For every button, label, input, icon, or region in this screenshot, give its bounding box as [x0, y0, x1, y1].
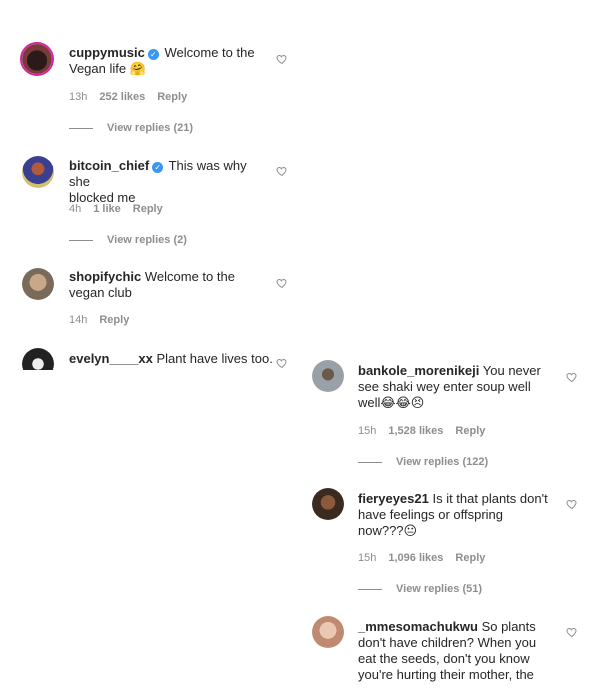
left-comment-column: cuppymusic ✓ Welcome to the Vegan life 🤗 …: [0, 0, 300, 700]
heart-outline-icon[interactable]: [276, 165, 288, 177]
comment-body: Welcome to the: [164, 45, 255, 60]
reply-button[interactable]: Reply: [455, 425, 485, 437]
timestamp: 13h: [69, 91, 88, 103]
heart-outline-icon[interactable]: [566, 626, 578, 638]
comment-text: bankole_morenikeji You never see shaki w…: [358, 363, 570, 411]
comment-text: fieryeyes21 Is it that plants don't have…: [358, 491, 568, 539]
view-replies-button[interactable]: View replies (51): [358, 583, 482, 595]
divider-line: [69, 239, 93, 241]
heart-outline-icon[interactable]: [276, 277, 288, 289]
comment-body: have feelings or offspring: [358, 507, 504, 522]
divider-line: [358, 461, 382, 463]
username[interactable]: fieryeyes21: [358, 491, 429, 506]
comment-body: Welcome to the: [144, 269, 235, 284]
heart-outline-icon[interactable]: [276, 357, 288, 369]
avatar[interactable]: [22, 156, 54, 188]
comment-body: well: [358, 395, 381, 410]
comment-meta: 13h 252 likes Reply: [69, 91, 199, 103]
heart-outline-icon[interactable]: [276, 53, 288, 65]
comment-meta: 15h 1,528 likes Reply: [358, 425, 497, 437]
view-replies-label: View replies (21): [107, 122, 194, 134]
comment-body: don't have children? When you: [358, 635, 537, 650]
divider-line: [358, 588, 382, 590]
likes-count[interactable]: 1,528 likes: [388, 425, 443, 437]
reply-button[interactable]: Reply: [99, 314, 129, 326]
avatar[interactable]: [22, 268, 54, 300]
comment-body: So plants: [481, 619, 536, 634]
laughing-emoji-icon: 😂😂😣: [380, 395, 425, 410]
comment-body: Is it that plants don't: [432, 491, 548, 506]
comment-body: vegan club: [69, 285, 132, 300]
timestamp: 4h: [69, 203, 82, 215]
timestamp: 14h: [69, 314, 88, 326]
comment-meta: 14h Reply: [69, 314, 141, 326]
hugging-emoji-icon: 🤗: [129, 61, 146, 76]
likes-count[interactable]: 1,096 likes: [388, 552, 443, 564]
reply-button[interactable]: Reply: [455, 552, 485, 564]
username[interactable]: bitcoin_chief: [69, 158, 149, 173]
comment-body: Plant have lives too.: [156, 351, 273, 366]
username[interactable]: shopifychic: [69, 269, 141, 284]
neutral-face-emoji-icon: 😐: [403, 523, 418, 538]
comment-body: Vegan life: [69, 61, 127, 76]
avatar[interactable]: [312, 616, 344, 648]
comment-body: you're hurting their mother, the: [358, 667, 534, 682]
right-comment-column: bankole_morenikeji You never see shaki w…: [290, 0, 600, 700]
verified-badge-icon: ✓: [147, 49, 159, 60]
avatar[interactable]: [312, 488, 344, 520]
comment-body: eat the seeds, don't you know: [358, 651, 530, 666]
username[interactable]: bankole_morenikeji: [358, 363, 479, 378]
heart-outline-icon[interactable]: [566, 371, 578, 383]
comment-body: see shaki wey enter soup well: [358, 379, 531, 394]
heart-outline-icon[interactable]: [566, 498, 578, 510]
divider-line: [69, 127, 93, 129]
view-replies-label: View replies (51): [396, 583, 483, 595]
comment-body: now???: [358, 523, 404, 538]
reply-button[interactable]: Reply: [133, 203, 163, 215]
comment-text: bitcoin_chief ✓ This was why she blocked …: [69, 158, 269, 206]
comment-text: _mmesomachukwu So plants don't have chil…: [358, 619, 568, 683]
avatar[interactable]: [312, 360, 344, 392]
avatar[interactable]: [20, 42, 54, 76]
likes-count[interactable]: 1 like: [93, 203, 121, 215]
username[interactable]: cuppymusic: [69, 45, 145, 60]
verified-badge-icon: ✓: [152, 162, 164, 173]
username[interactable]: _mmesomachukwu: [358, 619, 478, 634]
username[interactable]: evelyn____xx: [69, 351, 153, 366]
view-replies-button[interactable]: View replies (122): [358, 456, 488, 468]
view-replies-label: View replies (2): [107, 234, 187, 246]
timestamp: 15h: [358, 552, 377, 564]
comment-text: shopifychic Welcome to the vegan club: [69, 269, 269, 301]
avatar[interactable]: [22, 348, 54, 370]
reply-button[interactable]: Reply: [157, 91, 187, 103]
view-replies-label: View replies (122): [396, 456, 489, 468]
comment-item: evelyn____xx Plant have lives too.: [0, 348, 300, 370]
comment-text: cuppymusic ✓ Welcome to the Vegan life 🤗: [69, 45, 264, 77]
view-replies-button[interactable]: View replies (2): [69, 234, 187, 246]
comment-meta: 4h 1 like Reply: [69, 203, 175, 215]
comment-text: evelyn____xx Plant have lives too.: [69, 351, 279, 367]
comment-meta: 15h 1,096 likes Reply: [358, 552, 497, 564]
likes-count[interactable]: 252 likes: [99, 91, 145, 103]
view-replies-button[interactable]: View replies (21): [69, 122, 193, 134]
timestamp: 15h: [358, 425, 377, 437]
comment-body: You never: [482, 363, 541, 378]
